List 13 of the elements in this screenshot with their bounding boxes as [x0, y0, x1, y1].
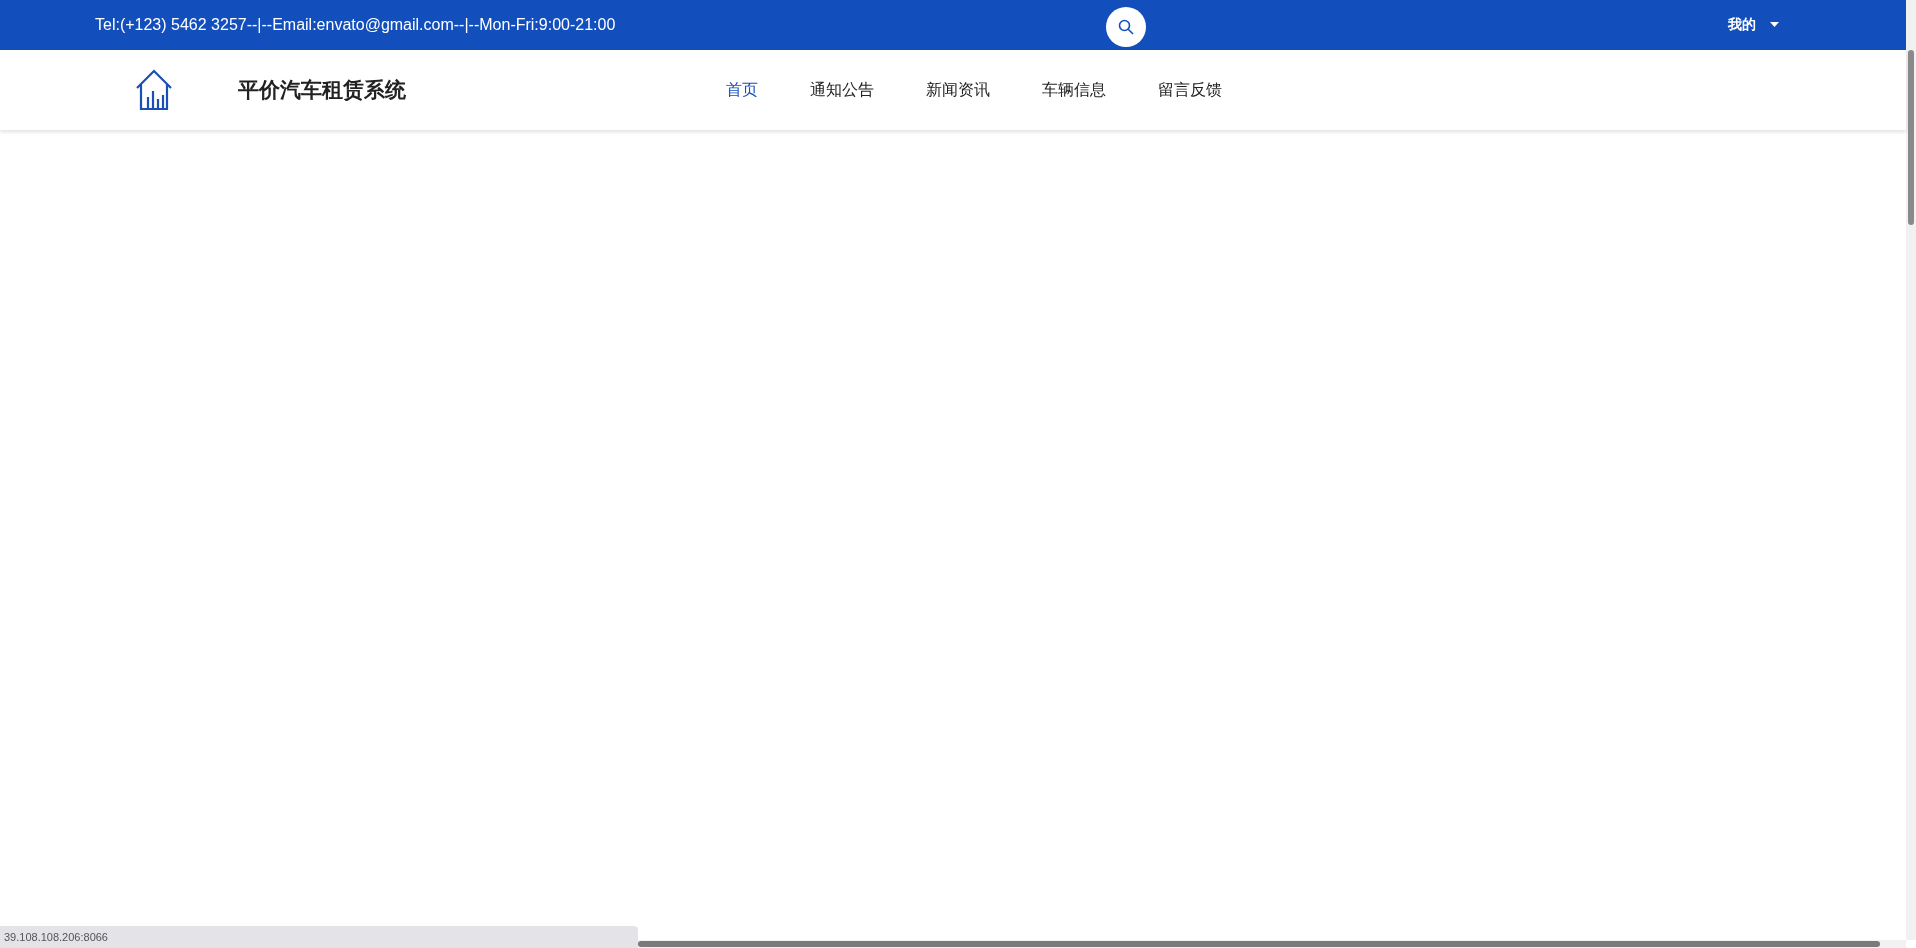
search-button[interactable] — [1106, 7, 1146, 47]
search-icon — [1118, 19, 1134, 35]
status-url: 39.108.108.206:8066 — [4, 929, 108, 945]
house-chart-icon — [135, 69, 173, 111]
nav-link[interactable]: 新闻资讯 — [900, 74, 1016, 106]
nav-link[interactable]: 留言反馈 — [1132, 74, 1248, 106]
nav-link[interactable]: 车辆信息 — [1016, 74, 1132, 106]
account-menu[interactable]: 我的 — [1728, 14, 1779, 35]
nav-link[interactable]: 通知公告 — [784, 74, 900, 106]
contact-info: Tel:(+123) 5462 3257--|--Email:envato@gmail.com--|--Mon-Fri:9:00-21:00 — [95, 15, 616, 35]
nav-link[interactable]: 首页 — [700, 74, 784, 106]
site-title: 平价汽车租赁系统 — [238, 77, 406, 104]
caret-icon — [1770, 22, 1779, 27]
